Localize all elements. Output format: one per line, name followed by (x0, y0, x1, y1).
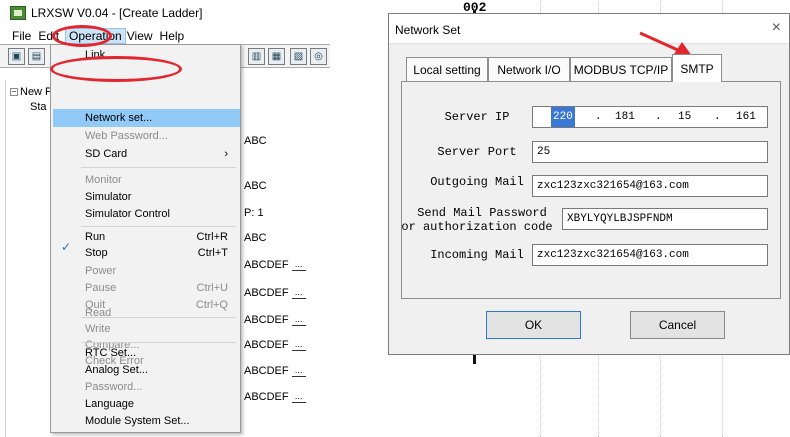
server-ip-field[interactable]: 220 . 181 . 15 . 161 (532, 106, 768, 128)
ladder-value: ABCDEF (244, 287, 289, 299)
incoming-mail-field[interactable]: zxc123zxc321654@163.com (532, 244, 768, 266)
ellipsis-button[interactable]: ... (291, 391, 306, 403)
dialog-title: Network Set (395, 23, 461, 37)
cancel-button[interactable]: Cancel (630, 311, 725, 339)
ladder-icon[interactable]: ▥ (248, 48, 265, 65)
menu-view[interactable]: View (126, 29, 159, 43)
tab-modbus-tcp-ip[interactable]: MODBUS TCP/IP (570, 57, 672, 81)
ip-octet-2[interactable]: 181 (615, 107, 635, 127)
menu-file[interactable]: File (11, 29, 37, 43)
menu-help[interactable]: Help (159, 29, 191, 43)
ladder-value: ABCDEF (244, 314, 289, 326)
app-title-bar: LRXSW V0.04 - [Create Ladder] (0, 0, 300, 26)
server-port-label: Server Port (437, 145, 517, 159)
password-field[interactable]: XBYLYQYLBJSPFNDM (562, 208, 768, 230)
app-title: LRXSW V0.04 - [Create Ladder] (31, 6, 203, 20)
collapse-icon[interactable]: − (10, 88, 18, 97)
tree-child-label: Sta (30, 101, 47, 113)
ladder-value: ABCDEF (244, 365, 289, 377)
ellipsis-button[interactable]: ... (291, 314, 306, 326)
ellipsis-button[interactable]: ... (291, 287, 306, 299)
tab-local-setting[interactable]: Local setting (406, 57, 488, 81)
password-label-line-1: Send Mail Password (417, 206, 547, 220)
new-file-icon[interactable]: ▣ (8, 48, 25, 65)
ladder-text: ABC (244, 180, 267, 192)
app-logo-icon (10, 6, 26, 20)
operation-menu-lower (50, 44, 241, 433)
ladder-value: ABCDEF (244, 391, 289, 403)
password-label-line-2: or authorization code (401, 220, 553, 234)
close-icon[interactable]: × (772, 19, 781, 37)
ladder-text: ABC (244, 135, 267, 147)
ok-button[interactable]: OK (486, 311, 581, 339)
ip-octet-4[interactable]: 161 (736, 107, 756, 127)
ladder-text: P: 1 (244, 207, 264, 219)
power-rail (473, 354, 476, 364)
ladder-text-with-button: ABCDEF... (244, 391, 306, 403)
ellipsis-button[interactable]: ... (291, 365, 306, 377)
ladder-text-with-button: ABCDEF... (244, 365, 306, 377)
incoming-mail-label: Incoming Mail (430, 248, 524, 262)
ladder-text-with-button: ABCDEF... (244, 259, 306, 271)
project-tree: − New Pr Sta (5, 80, 56, 437)
ip-octet-1[interactable]: 220 (551, 107, 575, 127)
smtp-panel: Server IP 220 . 181 . 15 . 161 Server Po… (401, 81, 781, 299)
ip-octet-3[interactable]: 15 (678, 107, 691, 127)
network-set-dialog: Network Set × Local setting Network I/O … (388, 13, 790, 355)
dialog-title-bar: Network Set × (389, 14, 789, 44)
block-icon[interactable]: ▦ (268, 48, 285, 65)
open-folder-icon[interactable]: ▤ (28, 48, 45, 65)
ladder-text-with-button: ABCDEF... (244, 339, 306, 351)
tab-network-io[interactable]: Network I/O (488, 57, 570, 81)
ellipsis-button[interactable]: ... (291, 259, 306, 271)
server-port-field[interactable]: 25 (532, 141, 768, 163)
ellipsis-button[interactable]: ... (291, 339, 306, 351)
ladder-value: ABCDEF (244, 339, 289, 351)
server-ip-label: Server IP (444, 110, 510, 124)
tab-smtp[interactable]: SMTP (672, 54, 722, 82)
ladder-value: ABCDEF (244, 259, 289, 271)
ladder-text-with-button: ABCDEF... (244, 287, 306, 299)
outgoing-mail-label: Outgoing Mail (430, 175, 524, 189)
ladder-text-with-button: ABCDEF... (244, 314, 306, 326)
settings-icon[interactable]: ◎ (310, 48, 327, 65)
module-icon[interactable]: ▧ (290, 48, 307, 65)
ladder-text: ABC (244, 232, 267, 244)
outgoing-mail-field[interactable]: zxc123zxc321654@163.com (532, 175, 768, 197)
tree-child[interactable]: Sta (30, 101, 47, 113)
